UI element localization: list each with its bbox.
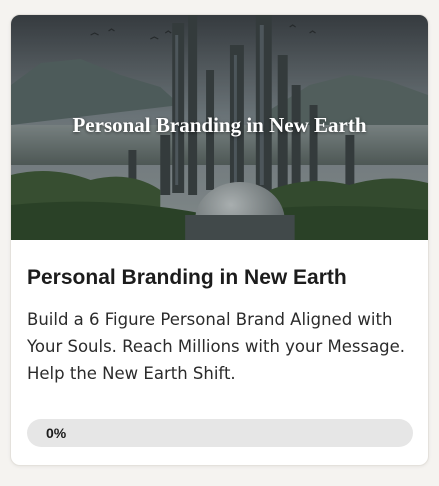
course-card[interactable]: Personal Branding in New Earth Personal … [10, 14, 429, 466]
course-thumbnail[interactable]: Personal Branding in New Earth [11, 15, 428, 240]
course-title[interactable]: Personal Branding in New Earth [27, 264, 412, 292]
progress-bar: 0% [27, 419, 413, 447]
progress-percent: 0% [46, 425, 67, 441]
course-description: Build a 6 Figure Personal Brand Aligned … [27, 310, 406, 383]
thumbnail-title: Personal Branding in New Earth [72, 113, 367, 137]
